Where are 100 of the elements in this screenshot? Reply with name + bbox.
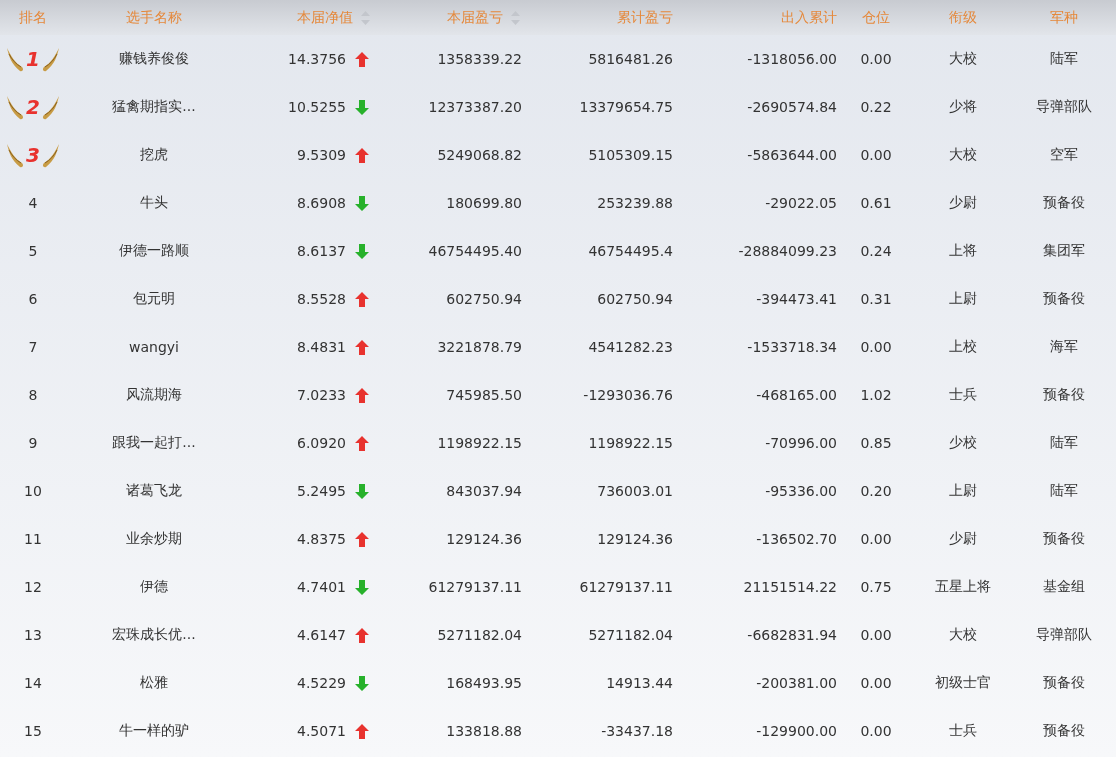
inflow-total: 21151514.22 bbox=[743, 579, 837, 595]
rank-number: 8 bbox=[28, 387, 38, 403]
position-ratio: 0.24 bbox=[860, 243, 892, 259]
player-name: 诸葛飞龙 bbox=[126, 482, 182, 500]
inflow-total: -70996.00 bbox=[765, 435, 837, 451]
position-ratio: 0.00 bbox=[860, 51, 892, 67]
player-name: 跟我一起打... bbox=[112, 434, 196, 452]
rank-number: 11 bbox=[24, 531, 42, 547]
sort-icon[interactable] bbox=[511, 10, 520, 25]
total-profit: 5816481.26 bbox=[588, 51, 673, 67]
military-rank: 少校 bbox=[949, 434, 977, 452]
player-name: 伊德一路顺 bbox=[119, 242, 189, 260]
position-ratio: 0.75 bbox=[860, 579, 892, 595]
service-branch: 导弹部队 bbox=[1035, 98, 1092, 116]
player-name: 包元明 bbox=[133, 290, 175, 308]
rank-number: 1 bbox=[26, 47, 40, 71]
rank-number: 6 bbox=[28, 291, 38, 307]
inflow-total: -28884099.23 bbox=[738, 243, 837, 259]
service-branch: 预备役 bbox=[1042, 674, 1085, 692]
column-header[interactable]: 本届盈亏 bbox=[447, 8, 503, 27]
net-value: 4.8375 bbox=[297, 531, 346, 547]
position-ratio: 0.00 bbox=[860, 627, 892, 643]
total-profit: 602750.94 bbox=[597, 291, 673, 307]
total-profit: 253239.88 bbox=[597, 195, 673, 211]
position-ratio: 0.22 bbox=[860, 99, 892, 115]
position-ratio: 0.31 bbox=[860, 291, 892, 307]
military-rank: 士兵 bbox=[949, 386, 977, 404]
player-name: 宏珠成长优... bbox=[112, 626, 196, 644]
player-name: 业余炒期 bbox=[126, 530, 182, 548]
inflow-total: -394473.41 bbox=[756, 291, 837, 307]
session-profit: 843037.94 bbox=[446, 483, 522, 499]
player-name: 牛头 bbox=[140, 194, 168, 212]
military-rank: 士兵 bbox=[949, 722, 977, 740]
service-branch: 基金组 bbox=[1042, 578, 1085, 596]
rank-number: 5 bbox=[28, 243, 38, 259]
rank-number: 10 bbox=[24, 483, 42, 499]
session-profit: 1358339.22 bbox=[437, 51, 522, 67]
total-profit: 13379654.75 bbox=[579, 99, 673, 115]
military-rank: 少将 bbox=[949, 98, 977, 116]
service-branch: 陆军 bbox=[1049, 50, 1078, 68]
military-rank: 上校 bbox=[949, 338, 977, 356]
net-value: 4.7401 bbox=[297, 579, 346, 595]
inflow-total: -468165.00 bbox=[756, 387, 837, 403]
total-profit: -33437.18 bbox=[601, 723, 673, 739]
total-profit: 14913.44 bbox=[606, 675, 673, 691]
position-ratio: 1.02 bbox=[860, 387, 892, 403]
net-value: 4.6147 bbox=[297, 627, 346, 643]
inflow-total: -200381.00 bbox=[756, 675, 837, 691]
session-profit: 3221878.79 bbox=[437, 339, 522, 355]
column-header: 排名 bbox=[19, 8, 47, 27]
rank-number: 2 bbox=[26, 95, 40, 119]
service-branch: 预备役 bbox=[1042, 722, 1085, 740]
position-ratio: 0.85 bbox=[860, 435, 892, 451]
session-profit: 602750.94 bbox=[446, 291, 522, 307]
position-ratio: 0.61 bbox=[860, 195, 892, 211]
session-profit: 46754495.40 bbox=[428, 243, 522, 259]
inflow-total: -5863644.00 bbox=[747, 147, 837, 163]
wing-icon bbox=[41, 142, 60, 168]
rank-number: 3 bbox=[26, 143, 40, 167]
total-profit: 736003.01 bbox=[597, 483, 673, 499]
total-profit: -1293036.76 bbox=[583, 387, 673, 403]
column-header[interactable]: 本届净值 bbox=[297, 8, 353, 27]
service-branch: 预备役 bbox=[1042, 194, 1085, 212]
service-branch: 陆军 bbox=[1049, 434, 1078, 452]
player-name: 赚钱养俊俊 bbox=[119, 50, 189, 68]
session-profit: 61279137.11 bbox=[428, 579, 522, 595]
net-value: 8.6137 bbox=[297, 243, 346, 259]
military-rank: 上将 bbox=[949, 242, 977, 260]
column-header: 军种 bbox=[1049, 8, 1078, 27]
rank-number: 15 bbox=[24, 723, 42, 739]
session-profit: 5271182.04 bbox=[437, 627, 522, 643]
rank-number: 12 bbox=[24, 579, 42, 595]
military-rank: 少尉 bbox=[949, 530, 977, 548]
rank-number: 13 bbox=[24, 627, 42, 643]
player-name: 牛一样的驴 bbox=[119, 722, 189, 740]
inflow-total: -136502.70 bbox=[756, 531, 837, 547]
session-profit: 133818.88 bbox=[446, 723, 522, 739]
session-profit: 129124.36 bbox=[446, 531, 522, 547]
net-value: 6.0920 bbox=[297, 435, 346, 451]
player-name: wangyi bbox=[129, 339, 179, 355]
service-branch: 预备役 bbox=[1042, 530, 1085, 548]
position-ratio: 0.00 bbox=[860, 675, 892, 691]
inflow-total: -1318056.00 bbox=[747, 51, 837, 67]
rank-number: 9 bbox=[28, 435, 38, 451]
military-rank: 少尉 bbox=[949, 194, 977, 212]
service-branch: 空军 bbox=[1049, 146, 1078, 164]
column-header: 选手名称 bbox=[126, 8, 182, 27]
service-branch: 预备役 bbox=[1042, 290, 1085, 308]
sort-icon[interactable] bbox=[361, 10, 370, 25]
total-profit: 4541282.23 bbox=[588, 339, 673, 355]
position-ratio: 0.20 bbox=[860, 483, 892, 499]
session-profit: 745985.50 bbox=[446, 387, 522, 403]
net-value: 14.3756 bbox=[288, 51, 346, 67]
inflow-total: -2690574.84 bbox=[747, 99, 837, 115]
inflow-total: -95336.00 bbox=[765, 483, 837, 499]
inflow-total: -1533718.34 bbox=[747, 339, 837, 355]
net-value: 8.5528 bbox=[297, 291, 346, 307]
service-branch: 集团军 bbox=[1042, 242, 1085, 260]
total-profit: 5105309.15 bbox=[588, 147, 673, 163]
session-profit: 1198922.15 bbox=[437, 435, 522, 451]
